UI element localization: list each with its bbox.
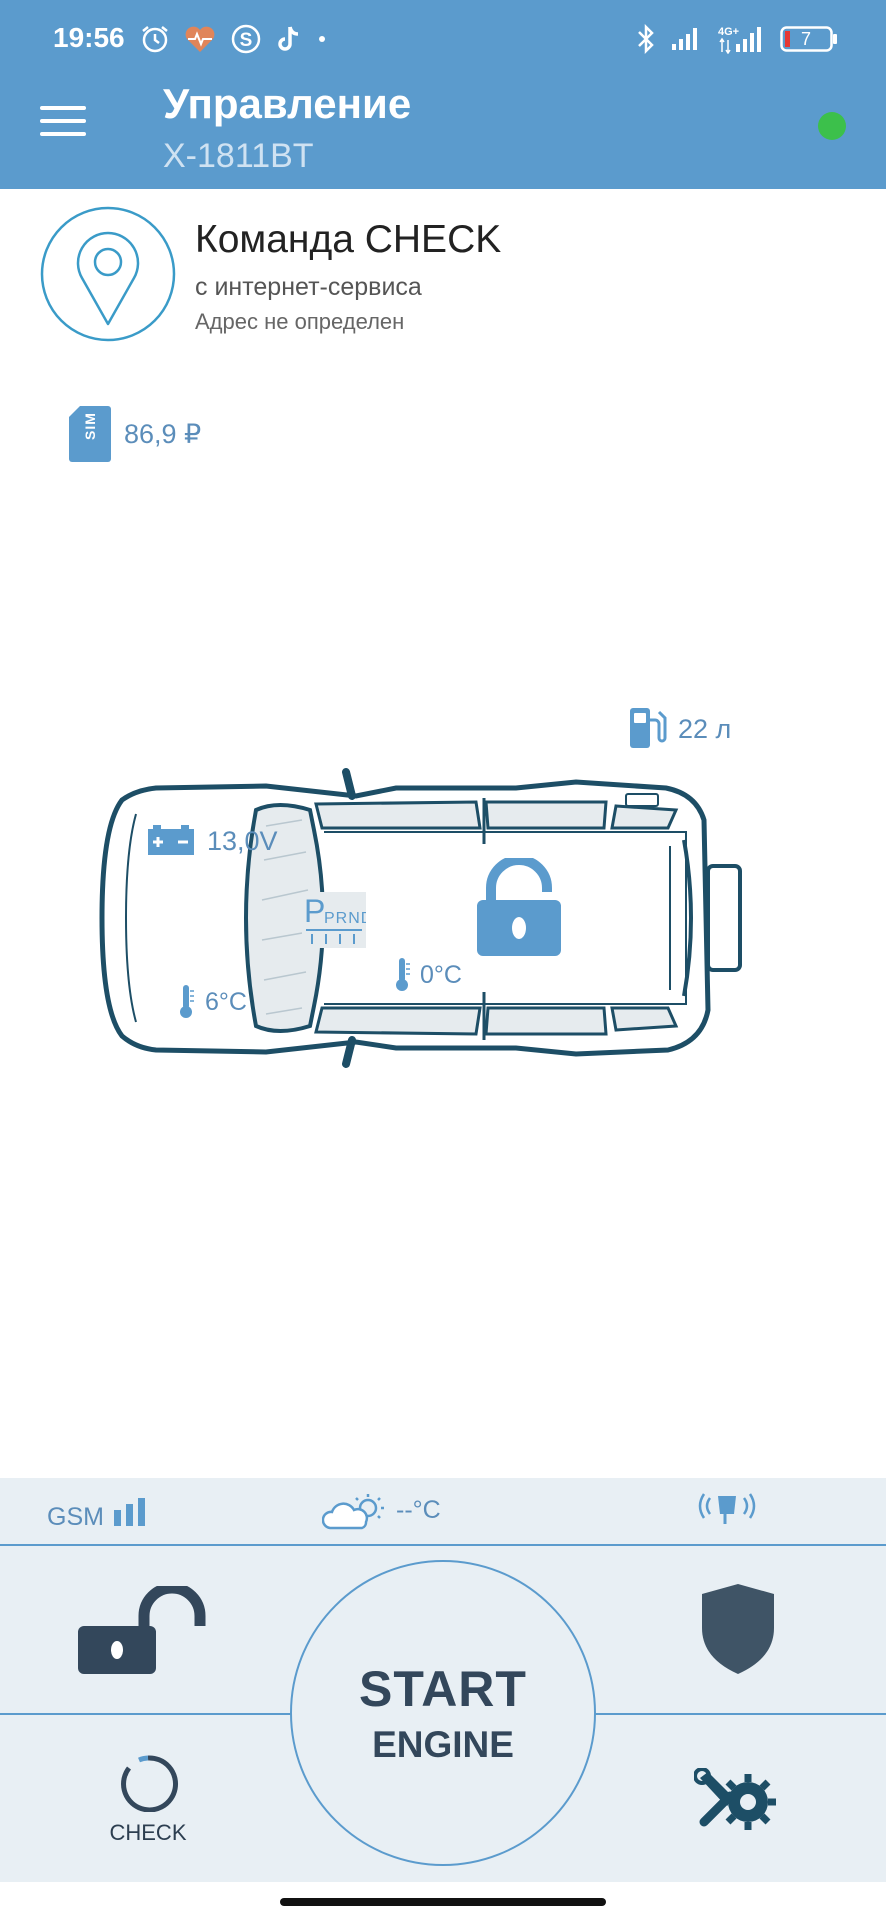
battery-level: 7: [800, 29, 811, 49]
battery-indicator: 7: [780, 26, 838, 52]
status-time: 19:56: [53, 22, 125, 53]
fuel-level: 22 л: [678, 714, 732, 744]
thermometer-icon: [180, 985, 194, 1018]
bluetooth-icon: [638, 24, 654, 54]
menu-line: [40, 132, 86, 136]
sim-balance[interactable]: 86,9 ₽: [124, 419, 201, 450]
arm-shield-button[interactable]: [698, 1582, 778, 1676]
sim-card-icon[interactable]: SIM: [68, 404, 112, 462]
car-top-view: [99, 768, 742, 1068]
s-app-icon: S: [231, 24, 261, 54]
cabin-temperature: 6°C: [205, 988, 247, 1016]
page-title: Управление: [163, 80, 412, 127]
unlock-button[interactable]: [78, 1586, 218, 1676]
settings-tools-icon[interactable]: [694, 1768, 780, 1832]
start-label: START: [359, 1660, 527, 1717]
home-indicator[interactable]: [280, 1898, 606, 1906]
menu-button[interactable]: [40, 106, 86, 140]
alarm-icon: [142, 26, 168, 53]
dot-icon: [319, 36, 325, 42]
fuel-pump-icon: [630, 708, 667, 748]
battery-voltage: 13,0V: [207, 826, 278, 856]
tiktok-icon: [278, 26, 299, 51]
signal-4g-icon: 4G+: [718, 26, 761, 54]
health-icon: [185, 26, 215, 52]
engine-thermometer-icon: [396, 958, 410, 991]
status-icons-left: S: [140, 22, 328, 56]
refresh-check-icon: [121, 1755, 179, 1812]
device-name[interactable]: X-1811BT: [163, 137, 314, 176]
command-title: Команда CHECK: [195, 218, 502, 261]
open-lock-status-icon: [477, 858, 561, 956]
start-engine-button[interactable]: START ENGINE: [290, 1560, 596, 1866]
menu-line: [40, 119, 86, 123]
gsm-label: GSM: [47, 1503, 104, 1531]
engine-temperature: 0°C: [420, 961, 462, 989]
gsm-signal-icon: [114, 1498, 145, 1526]
check-button[interactable]: CHECK: [98, 1752, 198, 1852]
location-pin-icon[interactable]: [40, 206, 176, 342]
shock-sensor-icon[interactable]: [698, 1490, 756, 1530]
status-icons-right: 4G+ 7: [636, 20, 838, 58]
gear-label: PRND: [324, 910, 366, 927]
signal-icon: [672, 28, 697, 50]
svg-text:S: S: [240, 30, 253, 51]
command-source: с интернет-сервиса: [195, 273, 422, 301]
car-battery-icon: [148, 825, 194, 855]
sim-icon-label: SIM: [82, 412, 98, 440]
menu-line: [40, 106, 86, 110]
connection-status-dot: [818, 112, 846, 140]
engine-label: ENGINE: [372, 1723, 514, 1765]
app-header: 19:56 S 4G+ 7 Управление X-1811BT: [0, 0, 886, 189]
weather-temperature: --°C: [396, 1496, 441, 1524]
command-address: Адрес не определен: [195, 309, 405, 334]
weather-icon: [322, 1494, 384, 1530]
svg-text:4G+: 4G+: [718, 26, 739, 38]
check-label: CHECK: [109, 1820, 187, 1845]
